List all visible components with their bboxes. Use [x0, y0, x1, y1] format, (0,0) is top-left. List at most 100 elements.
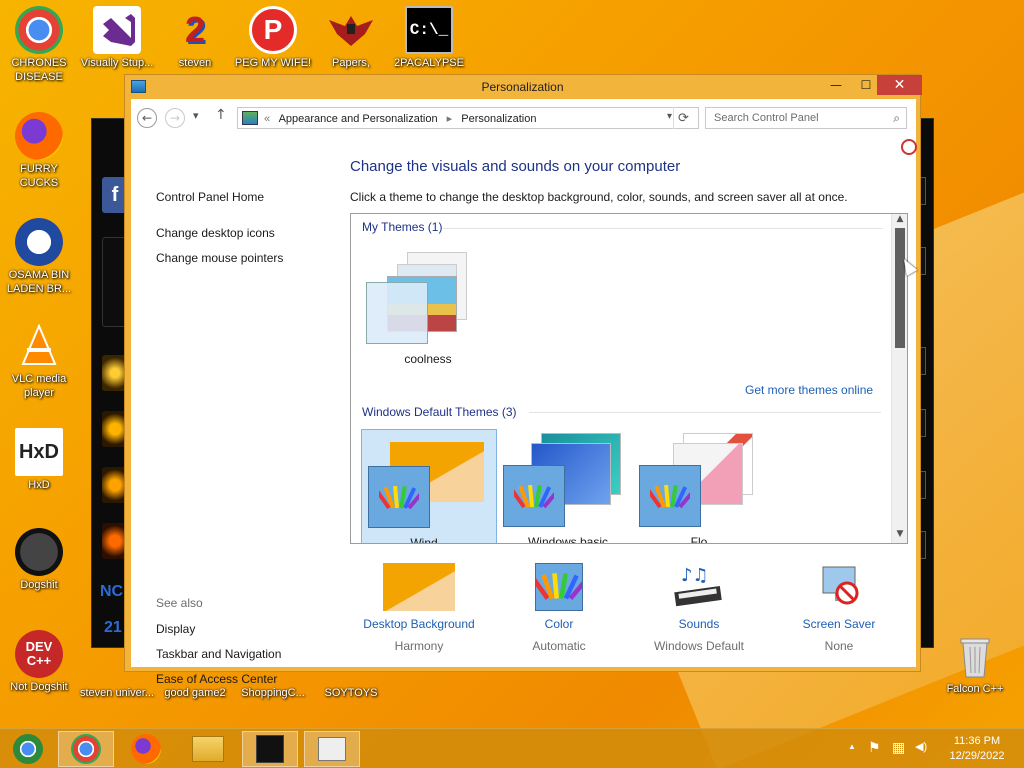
- divider: [443, 228, 883, 229]
- page-title: Change the visuals and sounds on your co…: [350, 158, 681, 175]
- sounds-item[interactable]: ♪♫ Sounds Windows Default: [637, 563, 761, 653]
- desktop-background-item[interactable]: Desktop Background Harmony: [357, 563, 481, 653]
- theme-windows-basic[interactable]: Windows basic: [501, 429, 637, 543]
- window-title: Personalization: [481, 80, 564, 94]
- desktop-icon-peg-my-wife[interactable]: P PEG MY WIFE!: [234, 6, 312, 70]
- taskbar-app[interactable]: [242, 731, 298, 767]
- network-icon[interactable]: ▦: [892, 739, 905, 756]
- firefox-icon: [131, 734, 161, 764]
- taskbar-file-explorer[interactable]: [180, 731, 236, 767]
- address-dropdown-icon[interactable]: ▾: [667, 111, 672, 122]
- desktop-icon-label: SOYTOYS: [324, 687, 378, 699]
- address-bar[interactable]: « Appearance and Personalization ▸ Perso…: [237, 107, 699, 129]
- refresh-button[interactable]: ⟳: [673, 107, 693, 129]
- desktop-icon-visually-stup[interactable]: Visually Stup...: [78, 6, 156, 70]
- help-icon[interactable]: [901, 139, 917, 155]
- close-button[interactable]: ✕: [877, 75, 922, 95]
- navigation-bar: ← → ▾ ↑ « Appearance and Personalization…: [131, 99, 916, 137]
- desktop-icon-label: 2PACALYPSE: [394, 57, 464, 69]
- tray-overflow-icon[interactable]: ▲: [848, 742, 856, 751]
- forward-button[interactable]: →: [165, 108, 185, 128]
- desktop-background-link[interactable]: Desktop Background: [357, 617, 481, 631]
- desktop-icon-falcon[interactable]: Falcon C++: [936, 632, 1014, 696]
- screen-saver-icon: [803, 563, 875, 611]
- breadcrumb-personalization[interactable]: Personalization: [461, 113, 536, 125]
- personalization-window[interactable]: Personalization — ☐ ✕ ← → ▾ ↑ « Appearan…: [124, 74, 922, 686]
- obama-logo-icon: [15, 218, 63, 266]
- scroll-thumb[interactable]: [895, 228, 905, 348]
- search-input[interactable]: Search Control Panel ⌕: [705, 107, 907, 129]
- breadcrumb-appearance[interactable]: Appearance and Personalization: [279, 113, 438, 125]
- breadcrumb-separator-icon[interactable]: ▸: [447, 113, 453, 125]
- taskbar-chrome[interactable]: [58, 731, 114, 767]
- desktop-icon-steven[interactable]: 2 steven: [156, 6, 234, 70]
- theme-list[interactable]: My Themes (1) coolness Get more themes o…: [350, 213, 908, 544]
- recent-locations-button[interactable]: ▾: [193, 109, 199, 122]
- color-swatch-icon: [531, 563, 589, 611]
- desktop-icon-label: Visually Stup...: [80, 57, 154, 69]
- ease-of-access-link[interactable]: Ease of Access Center: [156, 672, 277, 686]
- taskbar-clock[interactable]: 11:36 PM 12/29/2022: [934, 734, 1020, 764]
- theme-color-swatch: [366, 282, 428, 344]
- minimize-button[interactable]: —: [821, 75, 851, 95]
- desktop-icon-chrones-disease[interactable]: CHRONES DISEASE: [0, 6, 78, 84]
- screen-saver-link[interactable]: Screen Saver: [777, 617, 901, 631]
- desktop-icon-dogshit[interactable]: Dogshit: [0, 528, 78, 592]
- color-wheel-icon: [368, 466, 430, 528]
- recycle-bin-icon: [951, 632, 999, 680]
- firefox-icon: [15, 112, 63, 160]
- get-more-themes-link[interactable]: Get more themes online: [745, 383, 873, 397]
- back-button[interactable]: ←: [137, 108, 157, 128]
- change-desktop-icons-link[interactable]: Change desktop icons: [156, 226, 275, 240]
- desktop-icon-furry-cucks[interactable]: FURRY CUCKS: [0, 112, 78, 190]
- display-link[interactable]: Display: [156, 622, 195, 636]
- taskbar-firefox[interactable]: [118, 731, 174, 767]
- divider: [529, 412, 881, 413]
- color-link[interactable]: Color: [497, 617, 621, 631]
- desktop-icon-2pacalypse[interactable]: C:\_ 2PACALYPSE: [390, 6, 468, 70]
- desktop-icon-label: HxD: [28, 479, 50, 491]
- control-panel-icon: [242, 111, 258, 125]
- desktop-icon-label: Papers,: [332, 57, 370, 69]
- title-bar[interactable]: Personalization — ☐ ✕: [125, 75, 922, 99]
- theme-windows[interactable]: Wind...: [361, 429, 497, 543]
- app-icon: [256, 735, 284, 763]
- desktop-icon-label: Not Dogshit: [10, 681, 68, 693]
- search-icon[interactable]: ⌕: [893, 111, 900, 126]
- desktop-icon-label: Falcon C++: [946, 683, 1004, 695]
- scroll-up-icon[interactable]: ▲: [892, 214, 907, 228]
- desktop-icon-not-dogshit[interactable]: DEV C++ Not Dogshit: [0, 630, 78, 694]
- left-pane: Control Panel Home Change desktop icons …: [131, 137, 345, 686]
- my-themes-label: My Themes (1): [362, 220, 443, 234]
- theme-coolness[interactable]: coolness: [361, 244, 495, 374]
- visual-studio-icon: [93, 6, 141, 54]
- sounds-keyboard-icon: ♪♫: [663, 563, 735, 611]
- control-panel-home-link[interactable]: Control Panel Home: [156, 190, 264, 204]
- desktop-background-value: Harmony: [394, 639, 444, 653]
- codeblocks-icon: [15, 528, 63, 576]
- change-mouse-pointers-link[interactable]: Change mouse pointers: [156, 251, 283, 265]
- taskbar-chrome-alt[interactable]: [0, 731, 56, 767]
- vlc-cone-icon: [15, 322, 63, 370]
- breadcrumb-overflow[interactable]: «: [264, 113, 270, 125]
- color-wheel-icon: [503, 465, 565, 527]
- desktop-icon-vlc[interactable]: VLC media player: [0, 322, 78, 400]
- default-themes-label: Windows Default Themes (3): [362, 405, 517, 419]
- desktop-icon-hxd[interactable]: HxD HxD: [0, 428, 78, 492]
- screen-saver-item[interactable]: Screen Saver None: [777, 563, 901, 653]
- taskbar-control-panel[interactable]: [304, 731, 360, 767]
- svg-text:♪♫: ♪♫: [681, 565, 709, 586]
- p-logo-icon: P: [249, 6, 297, 54]
- taskbar-navigation-link[interactable]: Taskbar and Navigation: [156, 647, 281, 661]
- theme-flowers[interactable]: Flo...: [637, 429, 773, 543]
- color-item[interactable]: Color Automatic: [497, 563, 621, 653]
- volume-icon[interactable]: ◀): [915, 740, 927, 753]
- scroll-down-icon[interactable]: ▼: [892, 529, 907, 543]
- action-center-flag-icon[interactable]: ⚑: [868, 739, 881, 756]
- sounds-link[interactable]: Sounds: [637, 617, 761, 631]
- desktop-icon-papers[interactable]: Papers,: [312, 6, 390, 70]
- up-button[interactable]: ↑: [215, 107, 227, 123]
- bg-window-text-num: 21: [104, 619, 122, 636]
- desktop-icon-osama[interactable]: OSAMA BIN LADEN BR...: [0, 218, 78, 296]
- chrome-icon: [71, 734, 101, 764]
